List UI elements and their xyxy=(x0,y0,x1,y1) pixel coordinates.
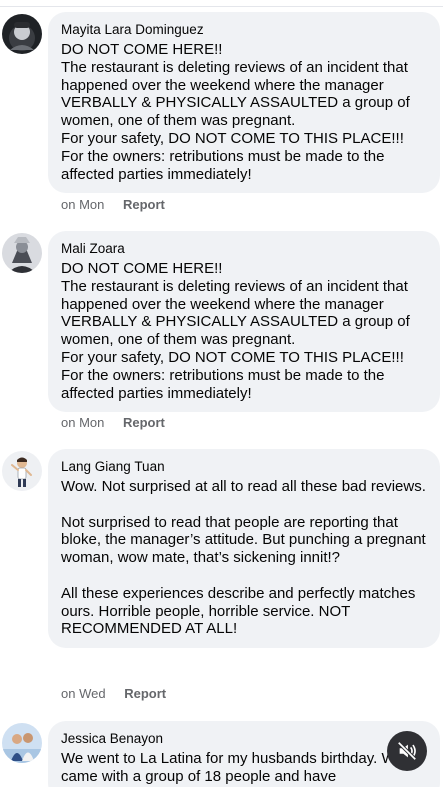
report-button[interactable]: Report xyxy=(123,415,165,430)
avatar[interactable] xyxy=(2,233,42,273)
comment-bubble: Mayita Lara Dominguez DO NOT COME HERE!!… xyxy=(48,12,440,194)
comment-meta: on Mon Report xyxy=(61,415,165,431)
comment-author[interactable]: Lang Giang Tuan xyxy=(61,458,426,475)
mute-button[interactable] xyxy=(387,731,427,771)
comment-text: We went to La Latina for my husbands bir… xyxy=(61,750,404,785)
comment-time[interactable]: on Mon xyxy=(61,415,104,430)
comment-meta: on Wed Report xyxy=(61,686,166,702)
comment-time[interactable]: on Wed xyxy=(61,686,106,701)
report-button[interactable]: Report xyxy=(124,686,166,701)
comment-meta: on Mon Report xyxy=(61,197,165,213)
comment-text: DO NOT COME HERE!! The restaurant is del… xyxy=(61,41,410,183)
comment-bubble: Jessica Benayon We went to La Latina for… xyxy=(48,721,440,787)
top-divider xyxy=(0,0,443,7)
comment-author[interactable]: Mali Zoara xyxy=(61,240,426,257)
report-button[interactable]: Report xyxy=(123,197,165,212)
reviews-page: Mayita Lara Dominguez DO NOT COME HERE!!… xyxy=(0,0,443,787)
comment-bubble: Mali Zoara DO NOT COME HERE!! The restau… xyxy=(48,231,440,413)
comment-bubble: Lang Giang Tuan Wow. Not surprised at al… xyxy=(48,449,440,649)
comment-time[interactable]: on Mon xyxy=(61,197,104,212)
comment-text: Wow. Not surprised at all to read all th… xyxy=(61,478,426,638)
comment-text: DO NOT COME HERE!! The restaurant is del… xyxy=(61,260,410,402)
comment-author[interactable]: Jessica Benayon xyxy=(61,730,426,747)
avatar[interactable] xyxy=(2,14,42,54)
speaker-muted-icon xyxy=(396,740,418,762)
comment-author[interactable]: Mayita Lara Dominguez xyxy=(61,21,426,38)
avatar[interactable] xyxy=(2,451,42,491)
avatar[interactable] xyxy=(2,723,42,763)
